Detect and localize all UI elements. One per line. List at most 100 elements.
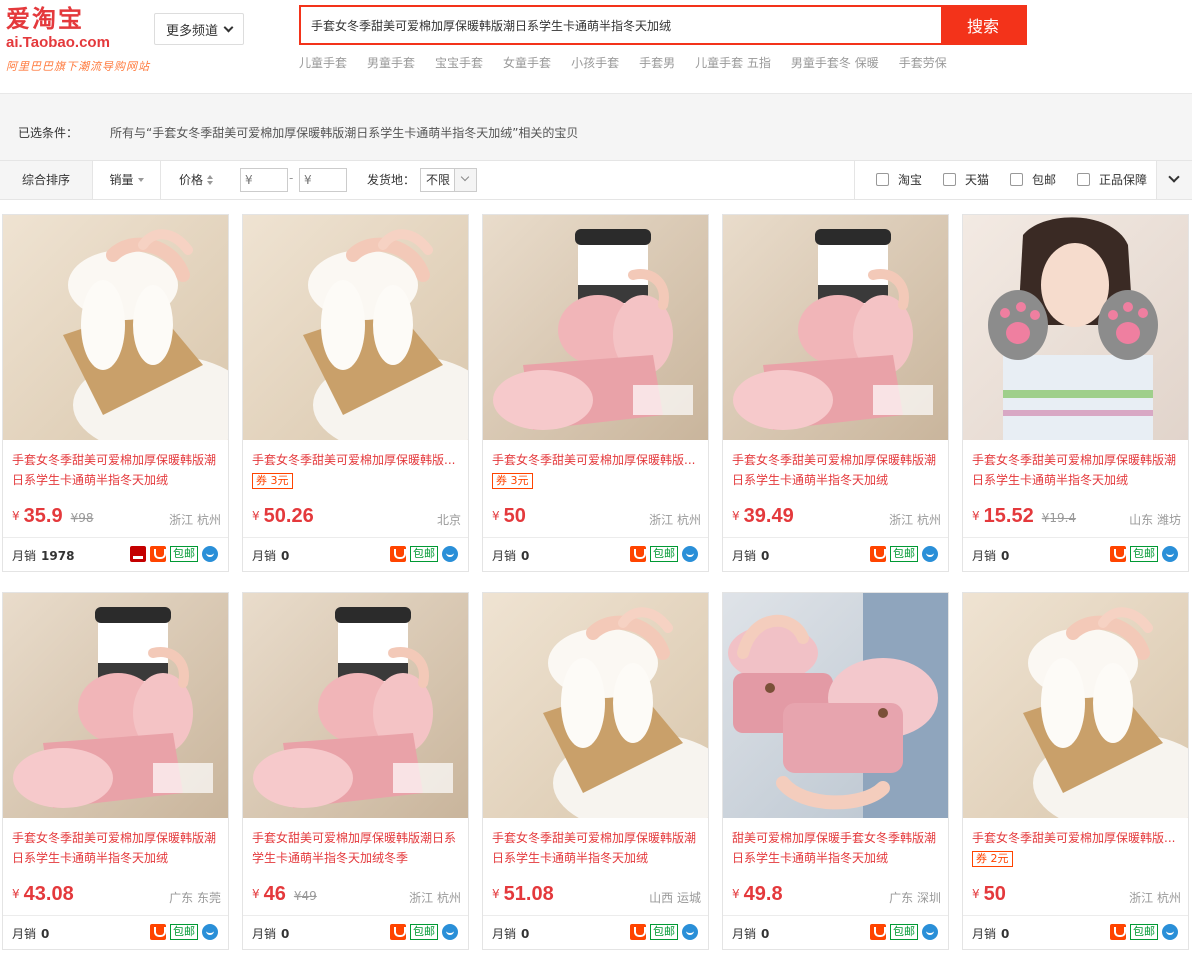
product-title[interactable]: 手套女冬季甜美可爱棉加厚保暖韩版潮日系学生卡通萌半指冬天加绒	[492, 831, 696, 865]
free-shipping-checkbox[interactable]	[1010, 173, 1023, 186]
product-card[interactable]: 手套女冬季甜美可爱棉加厚保暖韩版潮日系学生卡通萌半指冬天加绒 ¥43.08 广东…	[2, 592, 229, 950]
sort-price-button[interactable]: 价格	[161, 161, 231, 199]
shop-icon[interactable]	[390, 924, 406, 940]
more-channels-button[interactable]: 更多频道	[154, 13, 244, 45]
taobao-checkbox[interactable]	[876, 173, 889, 186]
wangwang-chat-icon[interactable]	[442, 546, 458, 562]
product-card[interactable]: 甜美可爱棉加厚保暖手套女冬季韩版潮日系学生卡通萌半指冬天加绒 ¥49.8 广东 …	[722, 592, 949, 950]
expand-filters-button[interactable]	[1156, 161, 1192, 199]
shop-icon[interactable]	[150, 546, 166, 562]
product-image[interactable]	[243, 215, 468, 440]
sort-sales-button[interactable]: 销量	[93, 161, 161, 199]
hot-word-link[interactable]: 小孩手套	[571, 54, 619, 71]
wangwang-chat-icon[interactable]	[922, 924, 938, 940]
wangwang-chat-icon[interactable]	[682, 546, 698, 562]
card-footer: 月销 0 包邮	[483, 915, 708, 949]
hot-word-link[interactable]: 手套男	[639, 54, 675, 71]
shop-icon[interactable]	[630, 924, 646, 940]
original-price: ¥98	[71, 511, 94, 525]
product-title[interactable]: 手套女冬季甜美可爱棉加厚保暖韩版潮日系学生卡通萌半指冬天加绒	[12, 453, 216, 487]
product-image[interactable]	[963, 215, 1188, 440]
tmall-checkbox[interactable]	[943, 173, 956, 186]
product-image[interactable]	[723, 593, 948, 818]
logo-slogan: 阿里巴巴旗下潮流导购网站	[6, 60, 150, 73]
price-min-input[interactable]	[240, 168, 288, 192]
service-icons: 包邮	[1110, 546, 1178, 562]
selected-text: 所有与“手套女冬季甜美可爱棉加厚保暖韩版潮日系学生卡通萌半指冬天加绒”相关的宝贝	[110, 126, 579, 140]
price-max-input[interactable]	[299, 168, 347, 192]
hot-word-link[interactable]: 女童手套	[503, 54, 551, 71]
product-card[interactable]: 手套女甜美可爱棉加厚保暖韩版潮日系学生卡通萌半指冬天加绒冬季 ¥46 ¥49 浙江…	[242, 592, 469, 950]
free-shipping-badge: 包邮	[1130, 546, 1158, 562]
product-title[interactable]: 手套女冬季甜美可爱棉加厚保暖韩版...	[252, 450, 462, 470]
original-price-value: 98	[78, 511, 94, 525]
wangwang-chat-icon[interactable]	[1162, 924, 1178, 940]
monthly-sales: 月销 0	[252, 925, 289, 942]
product-image[interactable]	[243, 593, 468, 818]
search-button[interactable]: 搜索	[941, 7, 1025, 43]
hot-word-link[interactable]: 男童手套冬 保暖	[791, 54, 879, 71]
product-card[interactable]: 手套女冬季甜美可爱棉加厚保暖韩版潮日系学生卡通萌半指冬天加绒 ¥15.52 ¥19…	[962, 214, 1189, 572]
shop-icon[interactable]	[1110, 546, 1126, 562]
hot-word-link[interactable]: 儿童手套	[299, 54, 347, 71]
more-channels-label: 更多频道	[165, 23, 218, 39]
shop-icon[interactable]	[870, 924, 886, 940]
shop-icon[interactable]	[630, 546, 646, 562]
monthly-sales-count: 0	[281, 549, 290, 563]
shop-icon[interactable]	[870, 546, 886, 562]
ship-from-select[interactable]: 不限	[420, 168, 477, 192]
product-card[interactable]: 手套女冬季甜美可爱棉加厚保暖韩版... 券 2元 ¥50 浙江 杭州 月销 0 包…	[962, 592, 1189, 950]
tmall-icon[interactable]	[130, 546, 146, 562]
ship-from-label: 发货地：	[367, 173, 416, 187]
wangwang-chat-icon[interactable]	[202, 924, 218, 940]
product-title[interactable]: 手套女冬季甜美可爱棉加厚保暖韩版潮日系学生卡通萌半指冬天加绒	[972, 453, 1176, 487]
service-icons: 包邮	[130, 546, 218, 562]
monthly-sales-label: 月销	[252, 549, 277, 563]
product-title[interactable]: 手套女冬季甜美可爱棉加厚保暖韩版...	[492, 450, 702, 470]
hot-word-link[interactable]: 男童手套	[367, 54, 415, 71]
product-card[interactable]: 手套女冬季甜美可爱棉加厚保暖韩版潮日系学生卡通萌半指冬天加绒 ¥35.9 ¥98 …	[2, 214, 229, 572]
shop-icon[interactable]	[1110, 924, 1126, 940]
monthly-sales: 月销 0	[972, 547, 1009, 564]
currency-symbol: ¥	[12, 887, 20, 901]
coupon-badge: 券 3元	[252, 473, 293, 489]
genuine-checkbox[interactable]	[1077, 173, 1090, 186]
wangwang-chat-icon[interactable]	[442, 924, 458, 940]
card-footer: 月销 0 包邮	[243, 915, 468, 949]
product-title-block: 手套女冬季甜美可爱棉加厚保暖韩版... 券 3元	[252, 450, 462, 494]
hot-word-link[interactable]: 手套劳保	[899, 54, 947, 71]
hot-words: 儿童手套 男童手套 宝宝手套 女童手套 小孩手套 手套男 儿童手套 五指 男童手套冬 保暖 手套…	[299, 54, 947, 71]
product-title[interactable]: 手套女冬季甜美可爱棉加厚保暖韩版潮日系学生卡通萌半指冬天加绒	[12, 831, 216, 865]
monthly-sales-label: 月销	[252, 927, 277, 941]
shop-icon[interactable]	[390, 546, 406, 562]
product-card[interactable]: 手套女冬季甜美可爱棉加厚保暖韩版潮日系学生卡通萌半指冬天加绒 ¥51.08 山西…	[482, 592, 709, 950]
wangwang-chat-icon[interactable]	[1162, 546, 1178, 562]
original-price-currency: ¥	[293, 889, 302, 903]
wangwang-chat-icon[interactable]	[682, 924, 698, 940]
sort-default-button[interactable]: 综合排序	[0, 161, 93, 199]
original-price: ¥19.4	[1042, 511, 1076, 525]
product-image[interactable]	[483, 593, 708, 818]
wangwang-chat-icon[interactable]	[202, 546, 218, 562]
product-card[interactable]: 手套女冬季甜美可爱棉加厚保暖韩版... 券 3元 ¥50 浙江 杭州 月销 0 包…	[482, 214, 709, 572]
product-title[interactable]: 手套女甜美可爱棉加厚保暖韩版潮日系学生卡通萌半指冬天加绒冬季	[252, 831, 456, 865]
product-title[interactable]: 手套女冬季甜美可爱棉加厚保暖韩版潮日系学生卡通萌半指冬天加绒	[732, 453, 936, 487]
product-title-block: 手套女冬季甜美可爱棉加厚保暖韩版潮日系学生卡通萌半指冬天加绒	[12, 828, 222, 872]
product-title[interactable]: 甜美可爱棉加厚保暖手套女冬季韩版潮日系学生卡通萌半指冬天加绒	[732, 831, 936, 865]
hot-word-link[interactable]: 儿童手套 五指	[695, 54, 771, 71]
shop-icon[interactable]	[150, 924, 166, 940]
product-title[interactable]: 手套女冬季甜美可爱棉加厚保暖韩版...	[972, 828, 1182, 848]
product-image[interactable]	[483, 215, 708, 440]
product-image[interactable]	[963, 593, 1188, 818]
product-card[interactable]: 手套女冬季甜美可爱棉加厚保暖韩版潮日系学生卡通萌半指冬天加绒 ¥39.49 浙江…	[722, 214, 949, 572]
aitaobao-logo[interactable]: 爱淘宝 ai.Taobao.com 阿里巴巴旗下潮流导购网站	[6, 4, 156, 74]
currency-symbol: ¥	[252, 509, 260, 523]
product-image[interactable]	[3, 215, 228, 440]
search-input[interactable]	[301, 7, 941, 43]
product-card[interactable]: 手套女冬季甜美可爱棉加厚保暖韩版... 券 3元 ¥50.26 北京 月销 0 包…	[242, 214, 469, 572]
product-image[interactable]	[3, 593, 228, 818]
wangwang-chat-icon[interactable]	[922, 546, 938, 562]
hot-word-link[interactable]: 宝宝手套	[435, 54, 483, 71]
monthly-sales-count: 0	[1001, 549, 1010, 563]
product-image[interactable]	[723, 215, 948, 440]
